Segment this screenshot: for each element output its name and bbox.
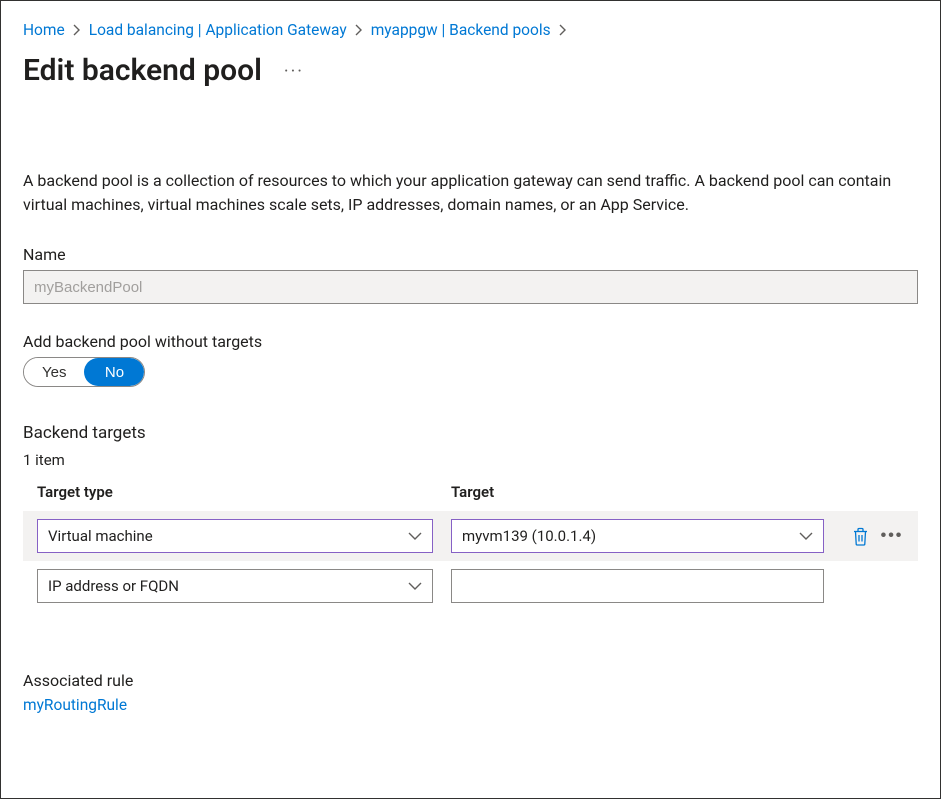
column-actions (842, 483, 904, 501)
chevron-down-icon (799, 531, 813, 541)
target-type-select[interactable]: IP address or FQDN (37, 569, 433, 603)
without-targets-label: Add backend pool without targets (23, 332, 918, 351)
associated-rule-section: Associated rule myRoutingRule (23, 671, 918, 714)
name-input (23, 270, 918, 304)
target-type-value: Virtual machine (48, 527, 153, 545)
table-row: Virtual machine myvm139 (10.0.1.4) (23, 511, 918, 561)
chevron-right-icon (559, 24, 567, 36)
target-type-select[interactable]: Virtual machine (37, 519, 433, 553)
without-targets-toggle[interactable]: Yes No (23, 357, 145, 387)
column-target-type: Target type (37, 483, 433, 501)
associated-rule-link[interactable]: myRoutingRule (23, 696, 127, 714)
target-input[interactable] (451, 569, 824, 603)
chevron-down-icon (408, 581, 422, 591)
page-title: Edit backend pool (23, 53, 262, 89)
breadcrumb-load-balancing[interactable]: Load balancing | Application Gateway (89, 21, 347, 39)
name-label: Name (23, 245, 918, 264)
page-description: A backend pool is a collection of resour… (23, 169, 918, 217)
more-actions-button[interactable]: ··· (280, 57, 308, 86)
chevron-right-icon (73, 24, 81, 36)
target-value: myvm139 (10.0.1.4) (462, 527, 596, 545)
table-header: Target type Target (23, 483, 918, 511)
target-type-value: IP address or FQDN (48, 577, 179, 595)
column-target: Target (451, 483, 824, 501)
more-icon: ••• (881, 527, 904, 545)
row-more-button[interactable]: ••• (880, 524, 904, 548)
table-row: IP address or FQDN (23, 561, 918, 611)
associated-rule-label: Associated rule (23, 671, 918, 690)
trash-icon (852, 527, 869, 546)
delete-row-button[interactable] (848, 524, 872, 548)
toggle-no[interactable]: No (84, 358, 144, 386)
page-header: Edit backend pool ··· (23, 53, 918, 89)
chevron-down-icon (408, 531, 422, 541)
target-select[interactable]: myvm139 (10.0.1.4) (451, 519, 824, 553)
breadcrumb-backend-pools[interactable]: myappgw | Backend pools (371, 21, 551, 39)
backend-targets-table: Target type Target Virtual machine myvm1… (23, 483, 918, 611)
breadcrumb-home[interactable]: Home (23, 21, 65, 39)
chevron-right-icon (355, 24, 363, 36)
breadcrumb: Home Load balancing | Application Gatewa… (23, 21, 918, 39)
toggle-yes[interactable]: Yes (24, 358, 84, 386)
backend-targets-count: 1 item (23, 451, 918, 469)
backend-targets-heading: Backend targets (23, 423, 918, 443)
